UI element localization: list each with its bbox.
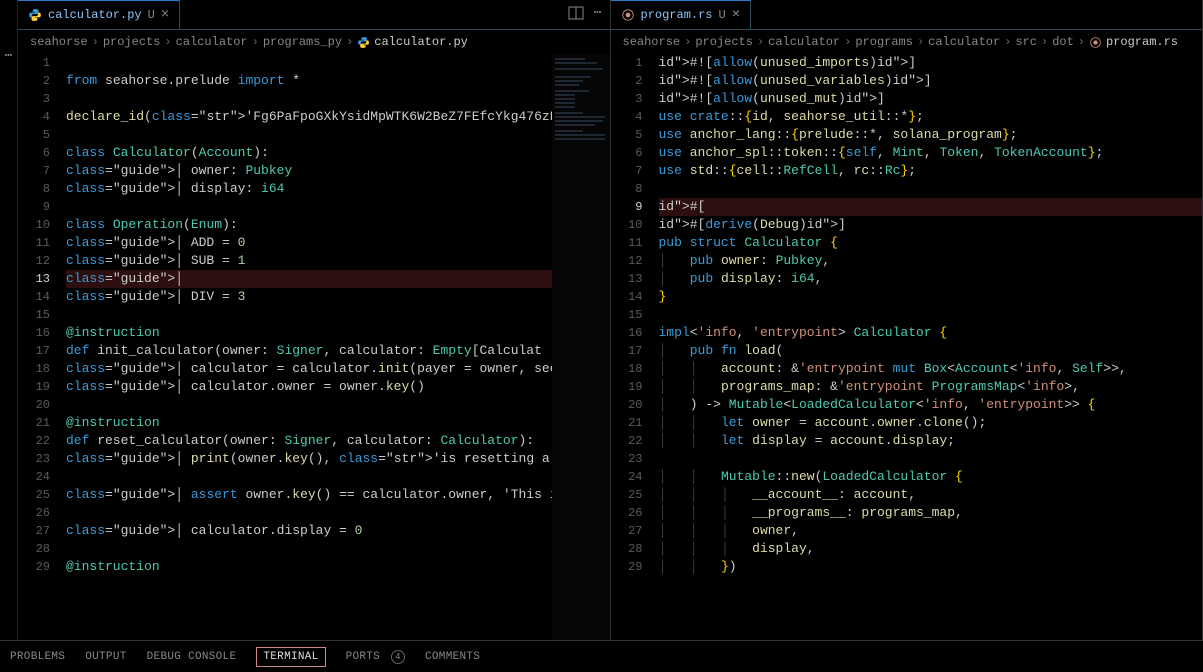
crumb[interactable]: programs xyxy=(855,35,913,49)
rust-icon xyxy=(1089,36,1102,49)
python-icon xyxy=(28,8,42,22)
crumb[interactable]: seahorse xyxy=(30,35,88,49)
tab-label: program.rs xyxy=(641,8,713,22)
tab-bar: program.rs U × xyxy=(611,0,1203,30)
crumb[interactable]: calculator xyxy=(928,35,1000,49)
ports-badge: 4 xyxy=(391,650,405,664)
editor-area: ⋯ calculator.py U × ⋯ seahorse› projects… xyxy=(0,0,1203,640)
tab-calculator-py[interactable]: calculator.py U × xyxy=(18,0,180,29)
crumb[interactable]: program.rs xyxy=(1106,35,1178,49)
crumb[interactable]: projects xyxy=(695,35,753,49)
line-gutter: 1234567891011121314151617181920212223242… xyxy=(611,54,659,640)
code-content[interactable]: id">#![allow(unused_imports)id">]id">#![… xyxy=(659,54,1203,640)
tab-program-rs[interactable]: program.rs U × xyxy=(611,0,752,29)
close-icon[interactable]: × xyxy=(161,7,169,23)
tab-label: calculator.py xyxy=(48,8,142,22)
crumb[interactable]: calculator xyxy=(176,35,248,49)
code-area[interactable]: 1234567891011121314151617181920212223242… xyxy=(18,54,610,640)
line-gutter: 1234567891011121314151617181920212223242… xyxy=(18,54,66,640)
crumb[interactable]: calculator xyxy=(768,35,840,49)
panel-tab-problems[interactable]: PROBLEMS xyxy=(10,651,65,663)
tab-status: U xyxy=(719,8,726,22)
crumb[interactable]: projects xyxy=(103,35,161,49)
more-actions-icon[interactable]: ⋯ xyxy=(594,5,602,25)
crumb[interactable]: dot xyxy=(1052,35,1074,49)
panel-tab-ports[interactable]: PORTS 4 xyxy=(346,650,405,664)
code-area[interactable]: 1234567891011121314151617181920212223242… xyxy=(611,54,1203,640)
breadcrumbs[interactable]: seahorse› projects› calculator› programs… xyxy=(611,30,1203,54)
crumb[interactable]: seahorse xyxy=(623,35,681,49)
bottom-panel: PROBLEMS OUTPUT DEBUG CONSOLE TERMINAL P… xyxy=(0,640,1203,672)
panel-tab-label: PORTS xyxy=(346,651,381,663)
editor-pane-left: calculator.py U × ⋯ seahorse› projects› … xyxy=(18,0,611,640)
python-icon xyxy=(357,36,370,49)
split-editor-icon[interactable] xyxy=(568,5,584,25)
tab-status: U xyxy=(148,8,155,22)
crumb[interactable]: calculator.py xyxy=(374,35,468,49)
breadcrumbs[interactable]: seahorse› projects› calculator› programs… xyxy=(18,30,610,54)
panel-tab-output[interactable]: OUTPUT xyxy=(85,651,126,663)
more-icon[interactable]: ⋯ xyxy=(5,48,13,63)
rust-icon xyxy=(621,8,635,22)
crumb[interactable]: programs_py xyxy=(263,35,342,49)
tab-bar: calculator.py U × ⋯ xyxy=(18,0,610,30)
activity-bar: ⋯ xyxy=(0,0,18,640)
tab-actions: ⋯ xyxy=(560,5,610,25)
panel-tab-debug-console[interactable]: DEBUG CONSOLE xyxy=(147,651,237,663)
editor-pane-right: program.rs U × seahorse› projects› calcu… xyxy=(611,0,1203,640)
panel-tab-terminal[interactable]: TERMINAL xyxy=(256,647,325,667)
crumb[interactable]: src xyxy=(1015,35,1037,49)
panel-tab-comments[interactable]: COMMENTS xyxy=(425,651,480,663)
close-icon[interactable]: × xyxy=(732,7,740,23)
code-content[interactable]: from seahorse.prelude import *declare_id… xyxy=(66,54,552,640)
minimap[interactable] xyxy=(552,54,610,640)
